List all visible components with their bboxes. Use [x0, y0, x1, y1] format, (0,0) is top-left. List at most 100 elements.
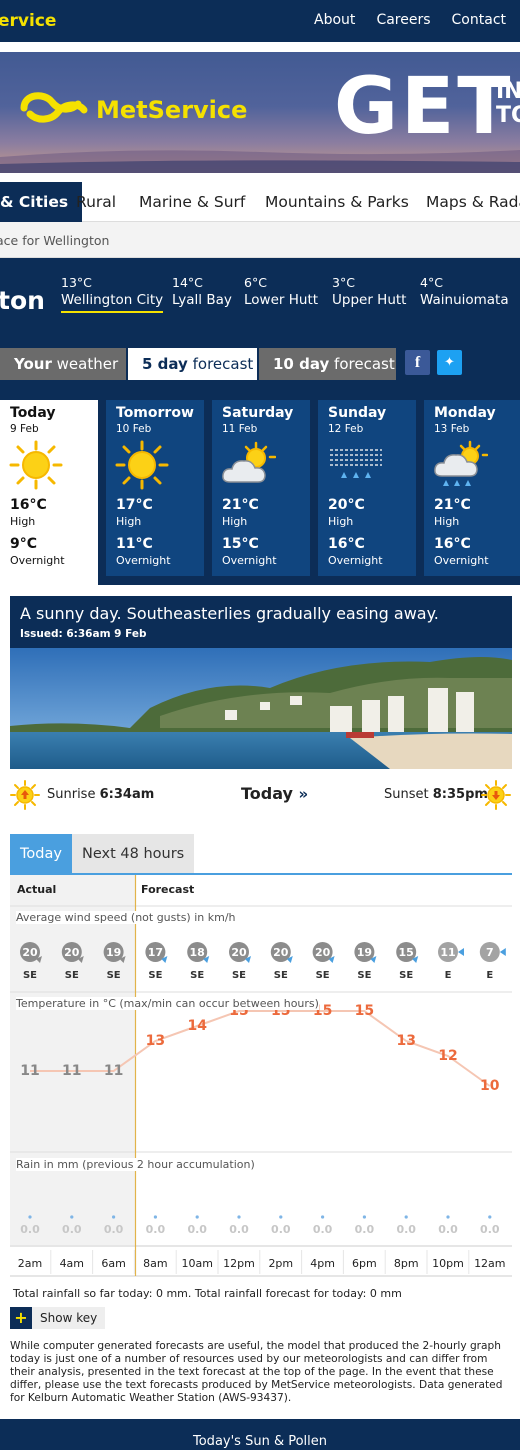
forecast-tabs: Your weather 5 day forecast 10 day forec…: [0, 348, 520, 380]
wind-direction-arrow: [499, 948, 506, 956]
wind-direction-label: SE: [148, 970, 162, 981]
plus-icon: +: [10, 1307, 32, 1329]
wind-speed-value: 7: [486, 946, 494, 959]
day-card-sunday[interactable]: Sunday 12 Feb 20°C High 16°C Overnight: [318, 400, 416, 576]
time-label: 10pm: [432, 1257, 464, 1270]
wind-speed-value: 20: [64, 946, 80, 959]
facebook-icon[interactable]: f: [405, 350, 430, 375]
rain-value: 0.0: [62, 1223, 82, 1236]
day-card-monday[interactable]: Monday 13 Feb 21°C High 16°C Overnight: [424, 400, 520, 576]
rain-value: 0.0: [104, 1223, 124, 1236]
show-key-button[interactable]: + Show key: [10, 1307, 106, 1329]
rain-dot: [279, 1215, 283, 1219]
wind-direction-label: E: [486, 970, 493, 981]
breadcrumb-text: ace for Wellington: [0, 233, 110, 248]
rain-dot: [446, 1215, 450, 1219]
temperature-value: 14: [187, 1018, 207, 1034]
temperature-value: 13: [146, 1033, 165, 1049]
tab-10-day-forecast[interactable]: 10 day forecast: [259, 348, 396, 380]
rain-dot: [237, 1215, 241, 1219]
wind-direction-arrow: [245, 956, 251, 963]
rain-value: 0.0: [313, 1223, 333, 1236]
time-label: 6am: [101, 1257, 125, 1270]
tab-graph-next-48[interactable]: Next 48 hours: [72, 834, 195, 874]
today-nav[interactable]: Today »: [241, 784, 308, 803]
tab-maps-radar[interactable]: Maps & Rada: [426, 182, 520, 222]
day-card-saturday[interactable]: Saturday 11 Feb 21°C High 15°C Overnight: [212, 400, 310, 576]
time-label: 4am: [60, 1257, 84, 1270]
location-wainuiomata[interactable]: 4°C Wainuiomata: [420, 275, 509, 308]
wind-direction-arrow: [458, 948, 464, 956]
top-nav: About Careers Contact: [314, 12, 506, 28]
wind-direction-label: SE: [274, 970, 288, 981]
nav-about[interactable]: About: [314, 12, 355, 28]
wind-speed-value: 15: [399, 946, 414, 959]
temperature-line: [30, 1010, 491, 1087]
wind-speed-circle: [270, 942, 291, 962]
wind-direction-arrow: [36, 956, 42, 963]
nav-careers[interactable]: Careers: [376, 12, 430, 28]
wind-direction-label: SE: [107, 970, 121, 981]
rain-dot: [70, 1215, 74, 1219]
metservice-logo-icon: [20, 92, 88, 123]
tab-towns-cities[interactable]: & Cities: [0, 182, 83, 222]
wind-direction-arrow: [412, 956, 419, 963]
tab-rural[interactable]: Rural: [76, 182, 116, 222]
wind-speed-value: 18: [190, 946, 205, 959]
wind-direction-label: SE: [23, 970, 37, 981]
wind-direction-arrow: [203, 956, 210, 963]
wind-speed-value: 20: [22, 946, 38, 959]
wind-speed-circle: [145, 942, 166, 962]
location-wellington-city[interactable]: 13°C Wellington City: [61, 275, 164, 313]
time-label: 8am: [143, 1257, 167, 1270]
wind-direction-label: SE: [357, 970, 371, 981]
time-label: 8pm: [394, 1257, 419, 1270]
time-label: 2pm: [268, 1257, 293, 1270]
wind-direction-label: SE: [316, 970, 330, 981]
temperature-value: 12: [438, 1048, 457, 1064]
location-upper-hutt[interactable]: 3°C Upper Hutt: [332, 275, 406, 308]
temperature-value: 11: [104, 1063, 123, 1079]
actual-background: [10, 875, 136, 1245]
tab-your-weather[interactable]: Your weather: [0, 348, 126, 380]
sun-pollen-header[interactable]: Today's Sun & Pollen: [0, 1419, 520, 1450]
wind-speed-circle: [103, 942, 124, 962]
rain-label: Rain in mm (previous 2 hour accumulation…: [16, 1158, 255, 1171]
wind-speed-value: 11: [440, 946, 455, 959]
wind-speed-value: 19: [357, 946, 372, 959]
sun-icon: [9, 440, 63, 490]
brand-link[interactable]: ervice: [0, 11, 56, 31]
rain-dot: [362, 1215, 366, 1219]
location-lower-hutt[interactable]: 6°C Lower Hutt: [244, 275, 318, 308]
wind-speed-circle: [20, 942, 40, 962]
wind-speed-circle: [479, 942, 500, 962]
wind-speed-circle: [438, 942, 458, 962]
location-bar: ton 13°C Wellington City 14°C Lyall Bay …: [0, 258, 520, 348]
tab-mountains-parks[interactable]: Mountains & Parks: [265, 182, 409, 222]
day-card-today[interactable]: Today 9 Feb 16°C High 9°C Overnight: [0, 400, 98, 586]
day-card-tomorrow[interactable]: Tomorrow 10 Feb 17°C High 11°C Overnight: [106, 400, 204, 576]
rain-dot: [112, 1215, 116, 1219]
wind-direction-arrow: [286, 956, 293, 963]
sun-icon: [115, 440, 169, 490]
time-label: 12pm: [223, 1257, 255, 1270]
top-bar: ervice About Careers Contact: [0, 0, 520, 42]
wind-direction-label: SE: [232, 970, 246, 981]
nav-contact[interactable]: Contact: [452, 12, 506, 28]
promo-banner[interactable]: MetService GET IN TO: [0, 52, 520, 173]
partly-cloudy-icon: [222, 441, 276, 483]
tab-5-day-forecast[interactable]: 5 day forecast: [128, 348, 257, 380]
sunset-icon: [481, 780, 511, 810]
tab-marine-surf[interactable]: Marine & Surf: [139, 182, 245, 222]
graph-tab-underline: [10, 873, 512, 875]
location-lyall-bay[interactable]: 14°C Lyall Bay: [172, 275, 232, 308]
rain-dot: [321, 1215, 325, 1219]
twitter-icon[interactable]: ✦: [437, 350, 462, 375]
breadcrumb: ace for Wellington: [0, 222, 520, 258]
rain-dot: [153, 1215, 157, 1219]
wind-direction-label: SE: [65, 970, 79, 981]
banner-subtext: IN TO: [496, 79, 520, 129]
temperature-value: 10: [480, 1078, 500, 1094]
time-label: 12am: [474, 1257, 505, 1270]
tab-graph-today[interactable]: Today: [10, 834, 72, 874]
